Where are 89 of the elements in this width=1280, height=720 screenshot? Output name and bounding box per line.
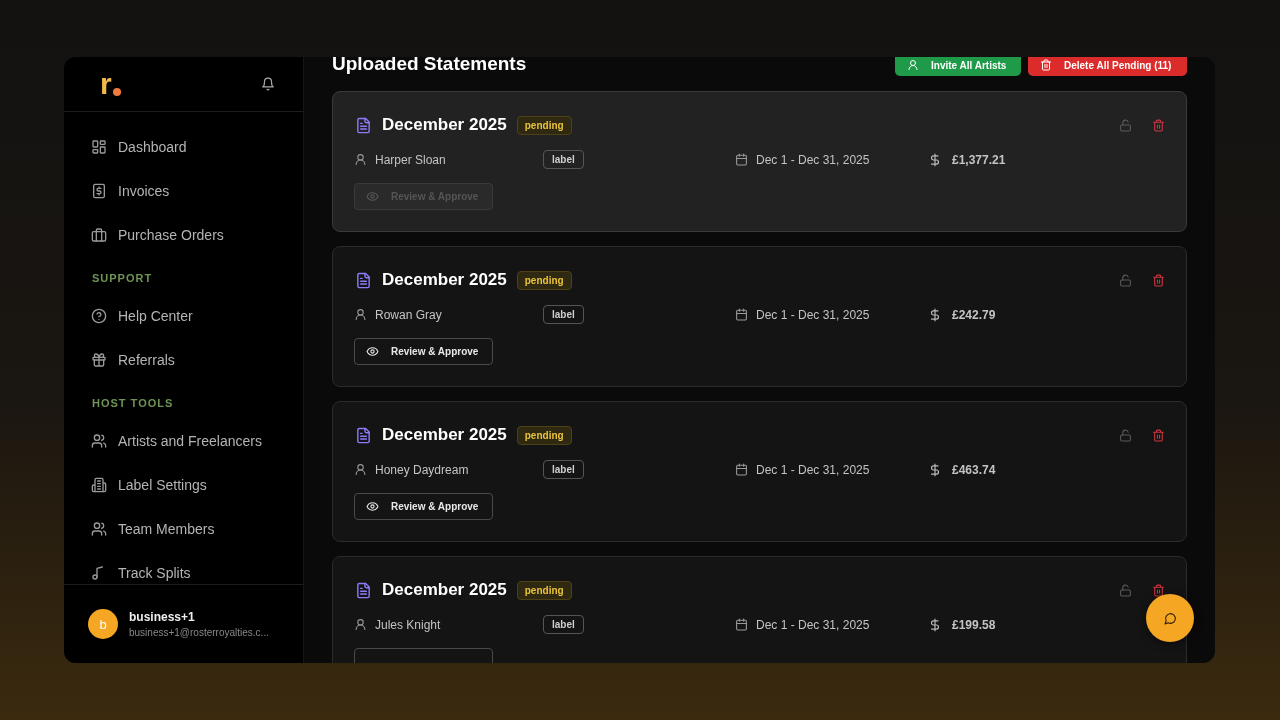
- statement-title: December 2025: [382, 115, 507, 135]
- statement-title: December 2025: [382, 580, 507, 600]
- user-icon: [354, 308, 367, 321]
- review-approve-button[interactable]: Review & Approve: [354, 493, 493, 520]
- document-icon: [355, 426, 372, 444]
- trash-icon: [1152, 273, 1165, 287]
- user-icon: [354, 153, 367, 166]
- statement-period: Dec 1 - Dec 31, 2025: [756, 617, 870, 632]
- calendar-icon: [735, 463, 748, 476]
- dollar-icon: [928, 307, 942, 322]
- unlock-icon: [1119, 583, 1132, 597]
- sidebar-item[interactable]: Dashboard: [91, 125, 276, 169]
- status-badge: pending: [516, 580, 572, 600]
- document-icon: [355, 581, 372, 599]
- logo-dot: [112, 88, 121, 96]
- users-icon: [91, 433, 107, 449]
- trash-icon: [1152, 428, 1165, 442]
- sidebar-item[interactable]: Label Settings: [91, 463, 276, 507]
- sidebar-item[interactable]: Invoices: [91, 169, 276, 213]
- statement-title: December 2025: [382, 270, 507, 290]
- dollar-icon: [928, 617, 942, 632]
- statement-period: Dec 1 - Dec 31, 2025: [756, 152, 870, 167]
- type-tag: label: [543, 460, 584, 479]
- unlock-icon: [1119, 118, 1132, 132]
- review-approve-button[interactable]: Review & Approve: [354, 338, 493, 365]
- statement-title: December 2025: [382, 425, 507, 445]
- type-tag: label: [543, 150, 584, 169]
- trash-icon: [1152, 118, 1165, 132]
- statement-amount: £1,377.21: [952, 152, 1006, 167]
- status-badge: pending: [516, 270, 572, 290]
- sidebar-item[interactable]: Referrals: [91, 338, 276, 382]
- document-icon: [355, 116, 372, 134]
- eye-icon: [366, 345, 379, 358]
- trash-icon: [1040, 59, 1052, 71]
- invoice-icon: [91, 183, 107, 199]
- user-icon: [354, 618, 367, 631]
- trash-icon: [1152, 583, 1165, 597]
- user-email: business+1@rosterroyalties.c...: [129, 627, 269, 638]
- unlock-button[interactable]: [1119, 273, 1132, 287]
- chat-icon: [1163, 611, 1177, 625]
- status-badge: pending: [516, 115, 572, 135]
- unlock-button[interactable]: [1119, 118, 1132, 132]
- sidebar-item[interactable]: Artists and Freelancers: [91, 419, 276, 463]
- artist-name: Harper Sloan: [375, 152, 446, 167]
- notifications-button[interactable]: [261, 77, 275, 91]
- gift-icon: [91, 352, 107, 368]
- sidebar-item[interactable]: Team Members: [91, 507, 276, 551]
- section-heading: SUPPORT: [92, 271, 154, 286]
- sidebar-item[interactable]: Track Splits: [91, 551, 276, 584]
- dollar-icon: [928, 462, 942, 477]
- sidebar-item[interactable]: Purchase Orders: [91, 213, 276, 257]
- unlock-icon: [1119, 428, 1132, 442]
- calendar-icon: [735, 153, 748, 166]
- section-heading: HOST TOOLS: [92, 396, 175, 411]
- invite-all-button[interactable]: Invite All Artists: [895, 57, 1021, 76]
- statement-amount: £463.74: [952, 462, 996, 477]
- bell-icon: [261, 77, 275, 91]
- user-name: business+1: [129, 610, 196, 624]
- briefcase-icon: [91, 227, 107, 243]
- eye-icon: [366, 190, 379, 203]
- unlock-icon: [1119, 273, 1132, 287]
- type-tag: label: [543, 305, 584, 324]
- statement-amount: £242.79: [952, 307, 996, 322]
- user-icon: [354, 463, 367, 476]
- artist-name: Rowan Gray: [375, 307, 442, 322]
- dashboard-icon: [91, 139, 107, 155]
- artist-name: Jules Knight: [375, 617, 441, 632]
- sidebar-item[interactable]: Help Center: [91, 294, 276, 338]
- eye-icon: [366, 500, 379, 513]
- user-icon: [907, 59, 919, 71]
- artist-name: Honey Daydream: [375, 462, 469, 477]
- calendar-icon: [735, 308, 748, 321]
- delete-button[interactable]: [1152, 583, 1165, 597]
- help-icon: [91, 308, 107, 324]
- building-icon: [91, 477, 107, 493]
- statement-period: Dec 1 - Dec 31, 2025: [756, 462, 870, 477]
- logo-text: r: [100, 71, 112, 97]
- page-title: Uploaded Statements: [332, 57, 527, 75]
- type-tag: label: [543, 615, 584, 634]
- unlock-button[interactable]: [1119, 428, 1132, 442]
- users-icon: [91, 521, 107, 537]
- calendar-icon: [735, 618, 748, 631]
- document-icon: [355, 271, 372, 289]
- statement-period: Dec 1 - Dec 31, 2025: [756, 307, 870, 322]
- statement-amount: £199.58: [952, 617, 996, 632]
- delete-all-button[interactable]: Delete All Pending (11): [1028, 57, 1187, 76]
- dollar-icon: [928, 152, 942, 167]
- unlock-button[interactable]: [1119, 583, 1132, 597]
- status-badge: pending: [516, 425, 572, 445]
